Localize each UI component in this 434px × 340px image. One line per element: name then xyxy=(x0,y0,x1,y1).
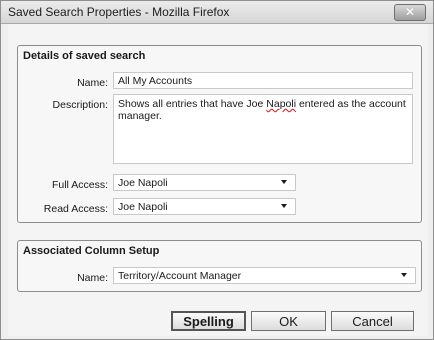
details-heading: Details of saved search xyxy=(23,50,146,62)
close-button[interactable]: ✕ xyxy=(394,4,426,21)
spelling-button[interactable]: Spelling xyxy=(171,311,246,331)
dialog-content: Details of saved search Name: All My Acc… xyxy=(8,24,428,336)
chevron-down-icon xyxy=(281,204,287,208)
description-textarea[interactable]: Shows all entries that have Joe Napoli e… xyxy=(113,94,413,164)
column-setup-select[interactable]: Territory/Account Manager xyxy=(113,267,416,284)
misspelled-word[interactable]: Napoli xyxy=(266,98,296,110)
chevron-down-icon xyxy=(281,180,287,184)
full-access-select[interactable]: Joe Napoli xyxy=(113,174,296,191)
dialog-window: Saved Search Properties - Mozilla Firefo… xyxy=(0,0,434,340)
window-title: Saved Search Properties - Mozilla Firefo… xyxy=(8,5,230,19)
full-access-value: Joe Napoli xyxy=(118,177,168,189)
name-input-value: All My Accounts xyxy=(118,75,193,87)
name-input[interactable]: All My Accounts xyxy=(113,72,413,89)
read-access-select[interactable]: Joe Napoli xyxy=(113,198,296,215)
title-bar[interactable]: Saved Search Properties - Mozilla Firefo… xyxy=(1,1,433,24)
close-icon: ✕ xyxy=(404,5,416,19)
description-text-start: Shows all entries that have Joe xyxy=(118,98,267,110)
cancel-button[interactable]: Cancel xyxy=(331,311,414,331)
column-setup-group: Associated Column Setup Name: Territory/… xyxy=(17,240,422,292)
chevron-down-icon xyxy=(401,273,407,277)
read-access-label: Read Access: xyxy=(43,203,108,215)
description-label: Description: xyxy=(52,99,108,111)
details-group: Details of saved search Name: All My Acc… xyxy=(17,45,422,223)
full-access-label: Full Access: xyxy=(51,179,108,191)
column-setup-value: Territory/Account Manager xyxy=(118,270,242,282)
column-setup-heading: Associated Column Setup xyxy=(23,245,160,257)
column-name-label: Name: xyxy=(77,272,108,284)
ok-button[interactable]: OK xyxy=(251,311,326,331)
read-access-value: Joe Napoli xyxy=(118,201,168,213)
name-label: Name: xyxy=(77,77,108,89)
